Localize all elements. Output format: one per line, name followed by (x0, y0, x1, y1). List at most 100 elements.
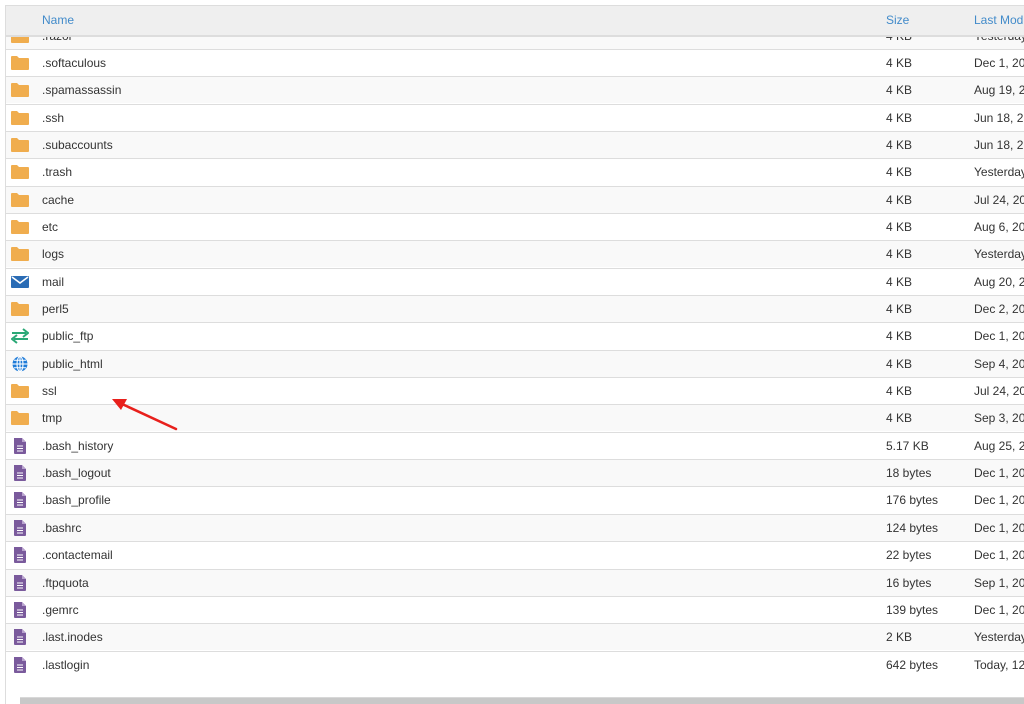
file-size: 4 KB (886, 55, 913, 70)
file-name[interactable]: .trash (42, 165, 72, 179)
folder-icon (11, 219, 29, 235)
folder-icon (11, 383, 29, 399)
file-name[interactable]: public_ftp (42, 329, 93, 343)
file-row[interactable]: perl5 4 KB Dec 2, 20 (6, 295, 1024, 322)
file-row[interactable]: tmp 4 KB Sep 3, 20 (6, 404, 1024, 432)
file-name[interactable]: logs (42, 247, 64, 261)
file-last-modified: Sep 3, 20 (974, 411, 1024, 426)
sort-by-last-modified[interactable]: Last Mod (974, 13, 1023, 27)
file-row[interactable]: public_html 4 KB Sep 4, 20 (6, 349, 1024, 377)
file-size: 4 KB (886, 247, 913, 262)
file-last-modified: Dec 1, 20 (974, 329, 1024, 344)
file-name[interactable]: .bash_history (42, 439, 113, 453)
file-row[interactable]: public_ftp 4 KB Dec 1, 20 (6, 322, 1024, 349)
file-row[interactable]: mail 4 KB Aug 20, 2 (6, 267, 1024, 295)
file-row[interactable]: .subaccounts 4 KB Jun 18, 2 (6, 130, 1024, 158)
file-size: 4 KB (886, 110, 913, 125)
file-name[interactable]: .gemrc (42, 603, 79, 617)
file-name[interactable]: .bash_profile (42, 493, 111, 507)
table-header: Name Size Last Mod (6, 6, 1024, 37)
file-row[interactable]: .lastlogin 642 bytes Today, 12 (6, 650, 1024, 678)
sort-by-size[interactable]: Size (886, 13, 909, 27)
file-icon (11, 656, 29, 673)
file-size: 2 KB (886, 630, 913, 645)
file-last-modified: Yesterday (974, 630, 1024, 645)
file-row[interactable]: cache 4 KB Jul 24, 20 (6, 185, 1024, 213)
file-icon (11, 601, 29, 618)
file-size: 4 KB (886, 384, 913, 399)
file-size: 4 KB (886, 411, 913, 426)
file-last-modified: Dec 1, 20 (974, 602, 1024, 617)
file-name[interactable]: perl5 (42, 302, 69, 316)
file-row[interactable]: .bash_history 5.17 KB Aug 25, 2 (6, 431, 1024, 459)
file-icon (11, 465, 29, 482)
file-size: 139 bytes (886, 602, 939, 617)
file-size: 4 KB (886, 219, 913, 234)
file-row[interactable]: .softaculous 4 KB Dec 1, 20 (6, 48, 1024, 76)
file-name[interactable]: .last.inodes (42, 630, 103, 644)
file-last-modified: Jun 18, 2 (974, 110, 1024, 125)
file-size: 124 bytes (886, 520, 939, 535)
file-row[interactable]: .bash_profile 176 bytes Dec 1, 20 (6, 486, 1024, 513)
file-row[interactable]: logs 4 KB Yesterday (6, 240, 1024, 268)
file-name[interactable]: .lastlogin (42, 658, 89, 672)
file-row[interactable]: .gemrc 139 bytes Dec 1, 20 (6, 595, 1024, 623)
file-last-modified: Dec 1, 20 (974, 548, 1024, 563)
file-name[interactable]: .ssh (42, 111, 64, 125)
file-last-modified: Aug 6, 20 (974, 219, 1024, 234)
file-size: 16 bytes (886, 575, 932, 590)
file-size: 642 bytes (886, 657, 939, 672)
file-name[interactable]: .bash_logout (42, 466, 111, 480)
file-icon (11, 574, 29, 591)
file-icon (11, 629, 29, 646)
file-size: 4 KB (886, 302, 913, 316)
file-row[interactable]: .ssh 4 KB Jun 18, 2 (6, 103, 1024, 131)
file-name[interactable]: .contactemail (42, 548, 113, 562)
file-size: 4 KB (886, 274, 913, 289)
file-row[interactable]: .bashrc 124 bytes Dec 1, 20 (6, 513, 1024, 541)
file-row[interactable]: .last.inodes 2 KB Yesterday (6, 623, 1024, 651)
folder-icon (11, 110, 29, 126)
file-row[interactable]: .ftpquota 16 bytes Sep 1, 20 (6, 568, 1024, 596)
file-name[interactable]: etc (42, 220, 58, 234)
file-size: 4 KB (886, 83, 913, 98)
file-last-modified: Yesterday (974, 247, 1024, 262)
file-name[interactable]: .subaccounts (42, 138, 113, 152)
file-manager-table: Name Size Last Mod .pki4 KBDec 1, 20.raz… (5, 5, 1024, 704)
file-name[interactable]: .ftpquota (42, 576, 89, 590)
file-name[interactable]: .spamassassin (42, 83, 121, 97)
file-size: 176 bytes (886, 493, 939, 508)
file-name[interactable]: cache (42, 193, 74, 207)
file-icon (11, 547, 29, 564)
file-name[interactable]: .bashrc (42, 521, 81, 535)
file-row[interactable]: etc 4 KB Aug 6, 20 (6, 212, 1024, 240)
file-name[interactable]: ssl (42, 384, 57, 398)
file-size: 4 KB (886, 329, 913, 344)
file-size: 4 KB (886, 137, 913, 152)
file-row[interactable]: .contactemail 22 bytes Dec 1, 20 (6, 541, 1024, 568)
file-row[interactable]: .bash_logout 18 bytes Dec 1, 20 (6, 459, 1024, 487)
sort-by-name[interactable]: Name (42, 13, 74, 27)
folder-icon (11, 137, 29, 153)
file-last-modified: Dec 1, 20 (974, 55, 1024, 70)
file-last-modified: Aug 19, 2 (974, 83, 1024, 98)
transfer-arrows-icon (10, 328, 30, 345)
file-row[interactable]: .trash 4 KB Yesterday (6, 158, 1024, 185)
file-size: 22 bytes (886, 548, 932, 563)
folder-icon (11, 164, 29, 180)
file-last-modified: Jun 18, 2 (974, 137, 1024, 152)
file-row[interactable]: ssl 4 KB Jul 24, 20 (6, 377, 1024, 404)
file-size: 4 KB (886, 192, 913, 207)
file-icon (11, 437, 29, 454)
file-row[interactable]: .spamassassin 4 KB Aug 19, 2 (6, 76, 1024, 104)
file-size: 18 bytes (886, 466, 932, 481)
folder-icon (11, 192, 29, 208)
file-name[interactable]: public_html (42, 357, 103, 371)
file-icon (11, 519, 29, 536)
file-last-modified: Jul 24, 20 (974, 192, 1024, 207)
file-name[interactable]: mail (42, 275, 64, 289)
file-last-modified: Sep 4, 20 (974, 356, 1024, 371)
file-name[interactable]: tmp (42, 411, 62, 425)
file-name[interactable]: .softaculous (42, 56, 106, 70)
file-last-modified: Dec 1, 20 (974, 520, 1024, 535)
